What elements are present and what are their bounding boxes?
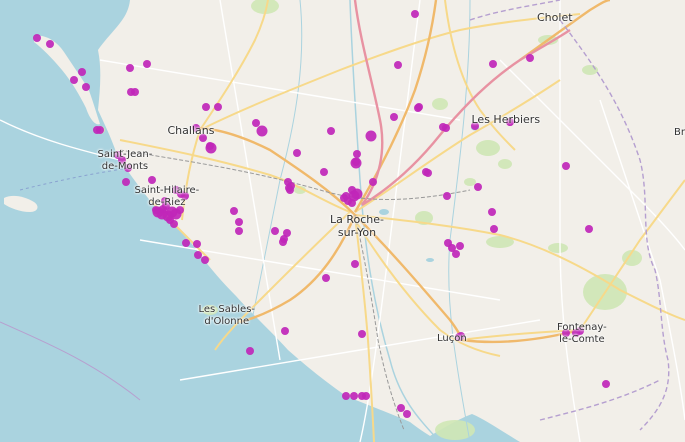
map-marker[interactable]: [348, 186, 356, 194]
map-marker[interactable]: [424, 169, 432, 177]
map-marker[interactable]: [456, 242, 464, 250]
map-marker[interactable]: [193, 240, 201, 248]
map-marker[interactable]: [176, 206, 184, 214]
map-marker[interactable]: [369, 178, 377, 186]
map-marker[interactable]: [403, 410, 411, 418]
map-marker[interactable]: [390, 113, 398, 121]
map-marker[interactable]: [230, 207, 238, 215]
map-marker[interactable]: [202, 103, 210, 111]
map-marker[interactable]: [279, 238, 287, 246]
map-marker[interactable]: [394, 61, 402, 69]
map-marker[interactable]: [443, 192, 451, 200]
map-marker[interactable]: [143, 60, 151, 68]
map-marker[interactable]: [161, 197, 169, 205]
map-view[interactable]: Cholet Les Herbiers Challans Saint-Jean-de-…: [0, 0, 685, 442]
map-marker[interactable]: [182, 239, 190, 247]
map-marker[interactable]: [365, 130, 377, 142]
marker-layer: [33, 10, 610, 418]
map-marker[interactable]: [199, 134, 207, 142]
map-marker[interactable]: [93, 126, 101, 134]
map-marker[interactable]: [194, 251, 202, 259]
map-marker[interactable]: [70, 76, 78, 84]
map-marker[interactable]: [322, 274, 330, 282]
map-marker[interactable]: [246, 347, 254, 355]
map-marker[interactable]: [286, 186, 294, 194]
map-marker[interactable]: [126, 64, 134, 72]
map-marker[interactable]: [585, 225, 593, 233]
map-marker[interactable]: [192, 124, 200, 132]
map-marker[interactable]: [281, 327, 289, 335]
map-marker[interactable]: [124, 164, 132, 172]
map-marker[interactable]: [411, 10, 419, 18]
map-marker[interactable]: [562, 162, 570, 170]
map-marker[interactable]: [353, 150, 361, 158]
map-marker[interactable]: [235, 227, 243, 235]
map-marker[interactable]: [488, 208, 496, 216]
map-marker[interactable]: [235, 218, 243, 226]
map-marker[interactable]: [489, 60, 497, 68]
map-marker[interactable]: [474, 183, 482, 191]
map-marker[interactable]: [122, 178, 130, 186]
map-marker[interactable]: [256, 125, 268, 137]
map-marker[interactable]: [562, 329, 570, 337]
map-marker[interactable]: [78, 68, 86, 76]
map-marker[interactable]: [350, 157, 362, 169]
map-marker[interactable]: [452, 250, 460, 258]
map-marker[interactable]: [350, 392, 358, 400]
map-marker[interactable]: [148, 176, 156, 184]
map-marker[interactable]: [271, 227, 279, 235]
map-marker[interactable]: [33, 34, 41, 42]
map-marker[interactable]: [82, 83, 90, 91]
map-marker[interactable]: [342, 392, 350, 400]
map-marker[interactable]: [201, 256, 209, 264]
map-marker[interactable]: [415, 103, 423, 111]
map-marker[interactable]: [358, 330, 366, 338]
map-marker[interactable]: [576, 327, 584, 335]
map-marker[interactable]: [177, 190, 185, 198]
map-marker[interactable]: [214, 103, 222, 111]
map-marker[interactable]: [506, 118, 514, 126]
map-marker[interactable]: [170, 220, 178, 228]
map-marker[interactable]: [205, 142, 217, 154]
map-marker[interactable]: [46, 40, 54, 48]
map-marker[interactable]: [114, 151, 122, 159]
map-marker[interactable]: [526, 54, 534, 62]
map-marker[interactable]: [471, 122, 479, 130]
map-marker[interactable]: [293, 149, 301, 157]
map-marker[interactable]: [131, 88, 139, 96]
map-marker[interactable]: [351, 260, 359, 268]
map-marker[interactable]: [442, 124, 450, 132]
map-marker[interactable]: [152, 206, 160, 214]
map-marker[interactable]: [455, 333, 463, 341]
map-marker[interactable]: [320, 168, 328, 176]
map-marker[interactable]: [397, 404, 405, 412]
map-marker[interactable]: [252, 119, 260, 127]
map-marker[interactable]: [327, 127, 335, 135]
map-marker[interactable]: [602, 380, 610, 388]
map-marker[interactable]: [490, 225, 498, 233]
map-marker[interactable]: [362, 392, 370, 400]
map-marker[interactable]: [159, 205, 167, 213]
